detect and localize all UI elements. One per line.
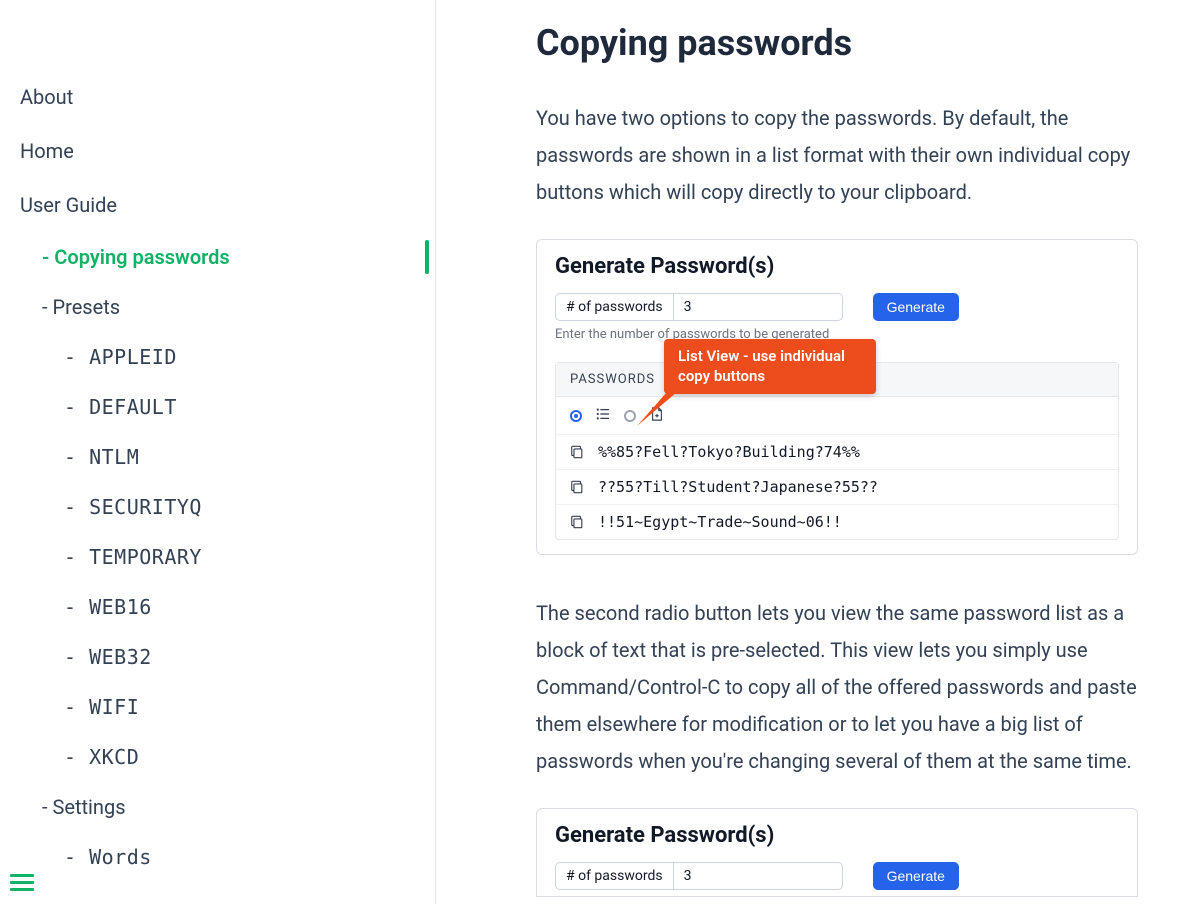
- nav-preset-temporary[interactable]: - TEMPORARY: [0, 532, 435, 582]
- nav-preset-default[interactable]: - DEFAULT: [0, 382, 435, 432]
- nav-copying-passwords[interactable]: - Copying passwords: [0, 232, 435, 282]
- page-title: Copying passwords: [536, 22, 1138, 64]
- password-row: %%85?Fell?Tokyo?Building?74%%: [556, 434, 1118, 469]
- nav-settings[interactable]: - Settings: [0, 782, 435, 832]
- intro-paragraph: You have two options to copy the passwor…: [536, 100, 1138, 211]
- nav-words[interactable]: - Words: [0, 832, 435, 882]
- passwords-header: PASSWORDS List View - use individual cop…: [556, 363, 1118, 397]
- sidebar: About Home User Guide - Copying password…: [0, 0, 436, 904]
- generate-card-listview: Generate Password(s) # of passwords 3 Ge…: [536, 239, 1138, 555]
- nav-preset-securityq[interactable]: - SECURITYQ: [0, 482, 435, 532]
- radio-block-view[interactable]: [624, 410, 636, 422]
- generate-button[interactable]: Generate: [873, 293, 959, 321]
- nav-user-guide[interactable]: User Guide: [0, 178, 435, 232]
- generate-card-blockview: Generate Password(s) # of passwords 3 Ge…: [536, 808, 1138, 897]
- list-icon: [596, 407, 610, 424]
- num-passwords-label-2: # of passwords: [555, 862, 673, 890]
- nav-preset-web16[interactable]: - WEB16: [0, 582, 435, 632]
- copy-icon[interactable]: [570, 480, 584, 494]
- nav-home[interactable]: Home: [0, 124, 435, 178]
- passwords-header-label: PASSWORDS: [570, 372, 655, 387]
- generate-button-2[interactable]: Generate: [873, 862, 959, 890]
- copy-icon[interactable]: [570, 515, 584, 529]
- nav-preset-xkcd[interactable]: - XKCD: [0, 732, 435, 782]
- second-paragraph: The second radio button lets you view th…: [536, 595, 1138, 780]
- num-passwords-label: # of passwords: [555, 293, 673, 321]
- password-row: !!51~Egypt~Trade~Sound~06!!: [556, 504, 1118, 539]
- generate-heading: Generate Password(s): [555, 254, 1119, 279]
- nav-preset-wifi[interactable]: - WIFI: [0, 682, 435, 732]
- password-text: %%85?Fell?Tokyo?Building?74%%: [598, 443, 860, 461]
- num-passwords-input[interactable]: 3: [673, 293, 843, 321]
- listview-tooltip: List View - use individual copy buttons: [664, 339, 876, 394]
- nav-about[interactable]: About: [0, 70, 435, 124]
- passwords-panel: PASSWORDS List View - use individual cop…: [555, 362, 1119, 540]
- num-passwords-input-2[interactable]: 3: [673, 862, 843, 890]
- nav-preset-appleid[interactable]: - APPLEID: [0, 332, 435, 382]
- main-content: Copying passwords You have two options t…: [436, 0, 1198, 904]
- generate-heading-2: Generate Password(s): [555, 823, 1119, 848]
- menu-toggle-icon[interactable]: [10, 870, 34, 894]
- nav-preset-ntlm[interactable]: - NTLM: [0, 432, 435, 482]
- nav-preset-web32[interactable]: - WEB32: [0, 632, 435, 682]
- password-text: ??55?Till?Student?Japanese?55??: [598, 478, 878, 496]
- password-row: ??55?Till?Student?Japanese?55??: [556, 469, 1118, 504]
- radio-list-view[interactable]: [570, 410, 582, 422]
- nav-presets[interactable]: - Presets: [0, 282, 435, 332]
- password-text: !!51~Egypt~Trade~Sound~06!!: [598, 513, 842, 531]
- copy-icon[interactable]: [570, 445, 584, 459]
